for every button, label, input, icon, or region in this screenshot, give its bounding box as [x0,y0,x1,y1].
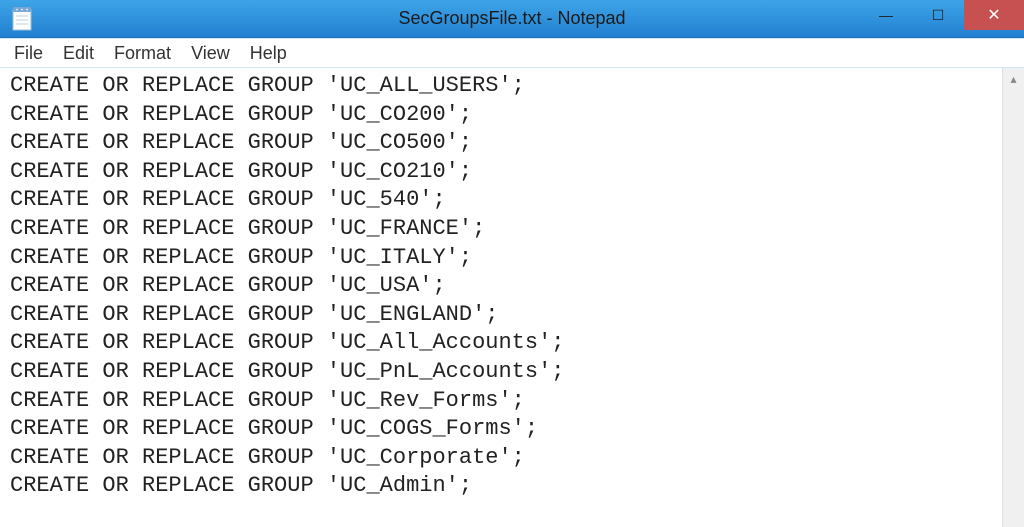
title-bar[interactable]: SecGroupsFile.txt - Notepad — ☐ ✕ [0,0,1024,38]
menu-view[interactable]: View [183,41,238,66]
menu-bar: File Edit Format View Help [0,38,1024,68]
menu-help[interactable]: Help [242,41,295,66]
notepad-icon [10,7,34,31]
window-title: SecGroupsFile.txt - Notepad [398,8,625,29]
window-controls: — ☐ ✕ [860,0,1024,37]
editor-area: CREATE OR REPLACE GROUP 'UC_ALL_USERS'; … [0,68,1024,527]
vertical-scrollbar[interactable]: ▴ [1002,68,1024,527]
minimize-button[interactable]: — [860,0,912,30]
maximize-button[interactable]: ☐ [912,0,964,30]
menu-edit[interactable]: Edit [55,41,102,66]
menu-format[interactable]: Format [106,41,179,66]
menu-file[interactable]: File [6,41,51,66]
text-editor[interactable]: CREATE OR REPLACE GROUP 'UC_ALL_USERS'; … [0,68,1002,527]
close-button[interactable]: ✕ [964,0,1024,30]
scroll-up-arrow[interactable]: ▴ [1003,68,1024,90]
